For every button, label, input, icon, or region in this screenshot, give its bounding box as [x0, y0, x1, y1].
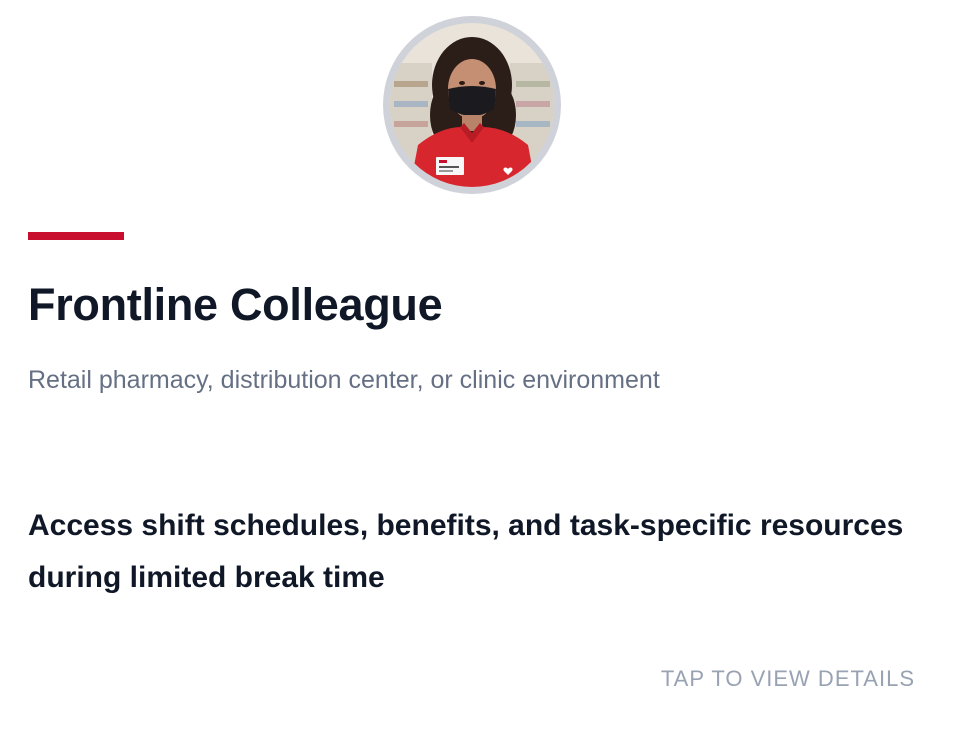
- persona-subtitle: Retail pharmacy, distribution center, or…: [28, 366, 660, 394]
- persona-card[interactable]: Frontline Colleague Retail pharmacy, dis…: [0, 0, 966, 736]
- profile-photo-icon: [390, 23, 554, 187]
- persona-description: Access shift schedules, benefits, and ta…: [28, 509, 904, 594]
- accent-bar: [28, 232, 124, 240]
- persona-title: Frontline Colleague: [28, 279, 443, 330]
- view-details-link[interactable]: TAP TO VIEW DETAILS: [661, 664, 915, 694]
- profile-avatar: [383, 16, 561, 194]
